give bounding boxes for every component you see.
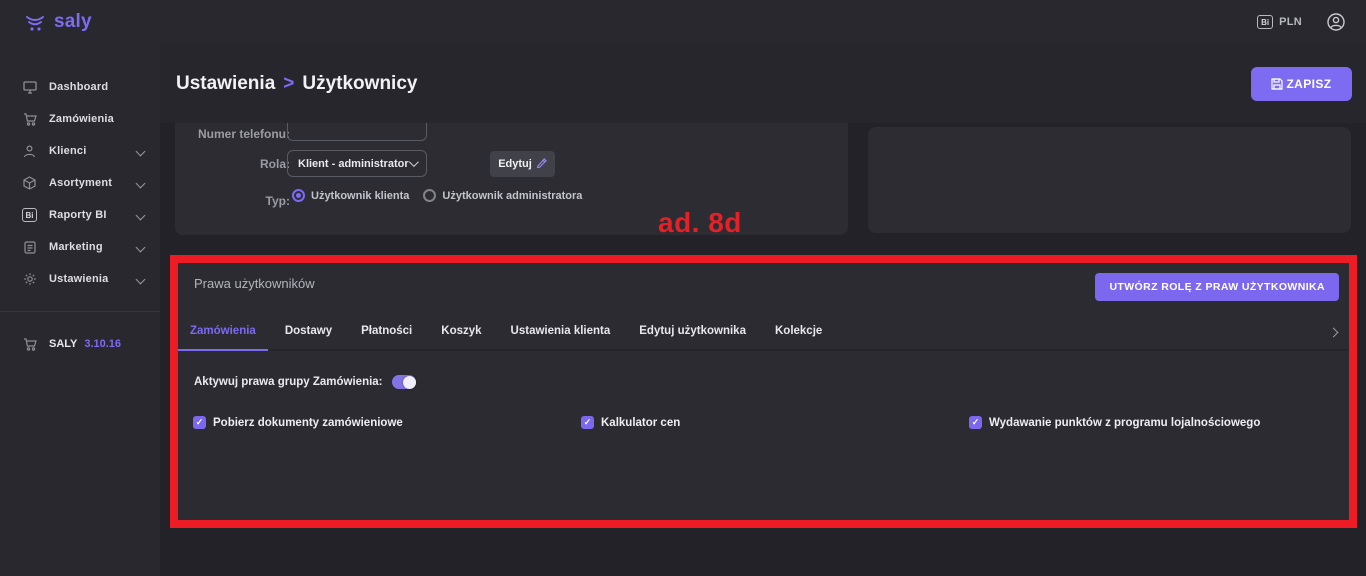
permissions-row: Pobierz dokumenty zamówieniowe Kalkulato… [178, 416, 1349, 436]
radio-uzytkownik-administratora[interactable]: Użytkownik administratora [423, 189, 582, 202]
person-icon [22, 145, 37, 158]
save-icon [1271, 78, 1283, 90]
radio-icon [423, 189, 436, 202]
user-account-icon[interactable] [1326, 12, 1346, 32]
chevron-down-icon [409, 157, 419, 167]
topbar-right: Bi PLN [1257, 12, 1346, 32]
sidebar-item-ustawienia[interactable]: Ustawienia [0, 263, 160, 295]
sidebar-item-label: Zamówienia [49, 113, 114, 125]
role-select-value: Klient - administrator [298, 158, 409, 170]
permission-pobierz-dokumenty[interactable]: Pobierz dokumenty zamówieniowe [193, 416, 403, 429]
annotation-text: ad. 8d [658, 207, 742, 239]
sidebar-divider [0, 311, 160, 312]
currency-flag-icon: Bi [1257, 15, 1273, 29]
dashboard-icon [22, 81, 37, 94]
breadcrumb-separator: > [283, 73, 294, 94]
gear-icon [22, 272, 37, 286]
sidebar-item-zamowienia[interactable]: Zamówienia [0, 103, 160, 135]
sidebar-item-label: Ustawienia [49, 273, 108, 285]
cart-icon [22, 338, 37, 351]
document-icon [22, 241, 37, 254]
chevron-down-icon [136, 146, 146, 156]
sidebar-item-klienci[interactable]: Klienci [0, 135, 160, 167]
sidebar-item-label: Marketing [49, 241, 103, 253]
role-select[interactable]: Klient - administrator [287, 150, 427, 177]
currency-code: PLN [1279, 16, 1302, 28]
saly-logo-icon [24, 12, 50, 32]
toggle-label: Aktywuj prawa grupy Zamówienia: [194, 376, 383, 388]
tabs-scroll-next[interactable] [1330, 323, 1337, 341]
sidebar-item-label: Raporty BI [49, 209, 107, 221]
chevron-right-icon [1329, 328, 1339, 338]
permission-label: Wydawanie punktów z programu lojalnościo… [989, 417, 1260, 429]
permission-wydawanie-punktow[interactable]: Wydawanie punktów z programu lojalnościo… [969, 416, 1260, 429]
role-label: Rola: [175, 157, 290, 171]
chevron-down-icon [136, 210, 146, 220]
chevron-down-icon [136, 178, 146, 188]
logo-text: saly [54, 11, 92, 33]
content: Numer telefonu: Rola: Klient - administr… [160, 123, 1366, 576]
radio-uzytkownik-klienta[interactable]: Użytkownik klienta [292, 189, 409, 202]
sidebar: Dashboard Zamówienia Klienci [0, 44, 160, 576]
permission-label: Pobierz dokumenty zamówieniowe [213, 417, 403, 429]
currency-selector[interactable]: Bi PLN [1257, 15, 1302, 29]
tab-platnosci[interactable]: Płatności [361, 309, 412, 349]
annotation-rectangle: Prawa użytkowników UTWÓRZ ROLĘ Z PRAW UŻ… [170, 255, 1357, 528]
box-icon [22, 176, 37, 190]
radio-label: Użytkownik administratora [442, 190, 582, 202]
sidebar-item-label: Dashboard [49, 81, 108, 93]
chevron-down-icon [136, 274, 146, 284]
app-logo[interactable]: saly [24, 11, 92, 33]
tab-koszyk[interactable]: Koszyk [441, 309, 481, 349]
pencil-icon [536, 157, 547, 171]
save-button-label: ZAPISZ [1286, 77, 1331, 91]
checkbox-checked-icon [193, 416, 206, 429]
breadcrumb-parent[interactable]: Ustawienia [176, 73, 275, 94]
edit-button-label: Edytuj [498, 158, 532, 170]
user-form-panel: Numer telefonu: Rola: Klient - administr… [175, 123, 848, 235]
bi-icon: Bi [22, 208, 37, 222]
permission-label: Kalkulator cen [601, 417, 680, 429]
secondary-panel [868, 127, 1351, 233]
version-number: 3.10.16 [84, 338, 121, 350]
sidebar-item-asortyment[interactable]: Asortyment [0, 167, 160, 199]
tab-edytuj-uzytkownika[interactable]: Edytuj użytkownika [639, 309, 746, 349]
screen: saly Bi PLN [0, 0, 1366, 576]
toggle-knob [403, 376, 416, 389]
tab-dostawy[interactable]: Dostawy [285, 309, 332, 349]
breadcrumb-current: Użytkownicy [302, 73, 417, 94]
radio-icon [292, 189, 305, 202]
rights-panel-title: Prawa użytkowników [194, 276, 315, 291]
app-version[interactable]: SALY 3.10.16 [0, 328, 160, 360]
sidebar-item-raporty-bi[interactable]: Bi Raporty BI [0, 199, 160, 231]
checkbox-checked-icon [581, 416, 594, 429]
user-type-radio-group: Użytkownik klienta Użytkownik administra… [292, 189, 582, 202]
breadcrumb: Ustawienia > Użytkownicy [176, 73, 417, 95]
page-header: Ustawienia > Użytkownicy ZAPISZ [160, 44, 1366, 123]
group-rights-toggle[interactable] [392, 375, 416, 389]
sidebar-item-label: Klienci [49, 145, 86, 157]
permission-kalkulator-cen[interactable]: Kalkulator cen [581, 416, 680, 429]
phone-label: Numer telefonu: [175, 127, 290, 141]
radio-label: Użytkownik klienta [311, 190, 409, 202]
tab-kolekcje[interactable]: Kolekcje [775, 309, 822, 349]
sidebar-item-label: Asortyment [49, 177, 112, 189]
checkbox-checked-icon [969, 416, 982, 429]
version-app-name: SALY [49, 338, 77, 350]
chevron-down-icon [136, 242, 146, 252]
topbar: saly Bi PLN [0, 0, 1366, 44]
sidebar-item-dashboard[interactable]: Dashboard [0, 71, 160, 103]
edit-role-button[interactable]: Edytuj [490, 151, 555, 177]
tab-zamowienia[interactable]: Zamówienia [178, 309, 268, 351]
type-label: Typ: [175, 194, 290, 208]
phone-input[interactable] [287, 123, 427, 141]
save-button[interactable]: ZAPISZ [1251, 67, 1352, 101]
cart-icon [22, 113, 37, 126]
rights-tabs: Zamówienia Dostawy Płatności Koszyk Usta… [178, 309, 1349, 351]
group-rights-toggle-row: Aktywuj prawa grupy Zamówienia: [194, 375, 416, 389]
tab-ustawienia-klienta[interactable]: Ustawienia klienta [511, 309, 611, 349]
create-role-button[interactable]: UTWÓRZ ROLĘ Z PRAW UŻYTKOWNIKA [1095, 273, 1339, 301]
sidebar-item-marketing[interactable]: Marketing [0, 231, 160, 263]
user-rights-panel: Prawa użytkowników UTWÓRZ ROLĘ Z PRAW UŻ… [178, 263, 1349, 520]
